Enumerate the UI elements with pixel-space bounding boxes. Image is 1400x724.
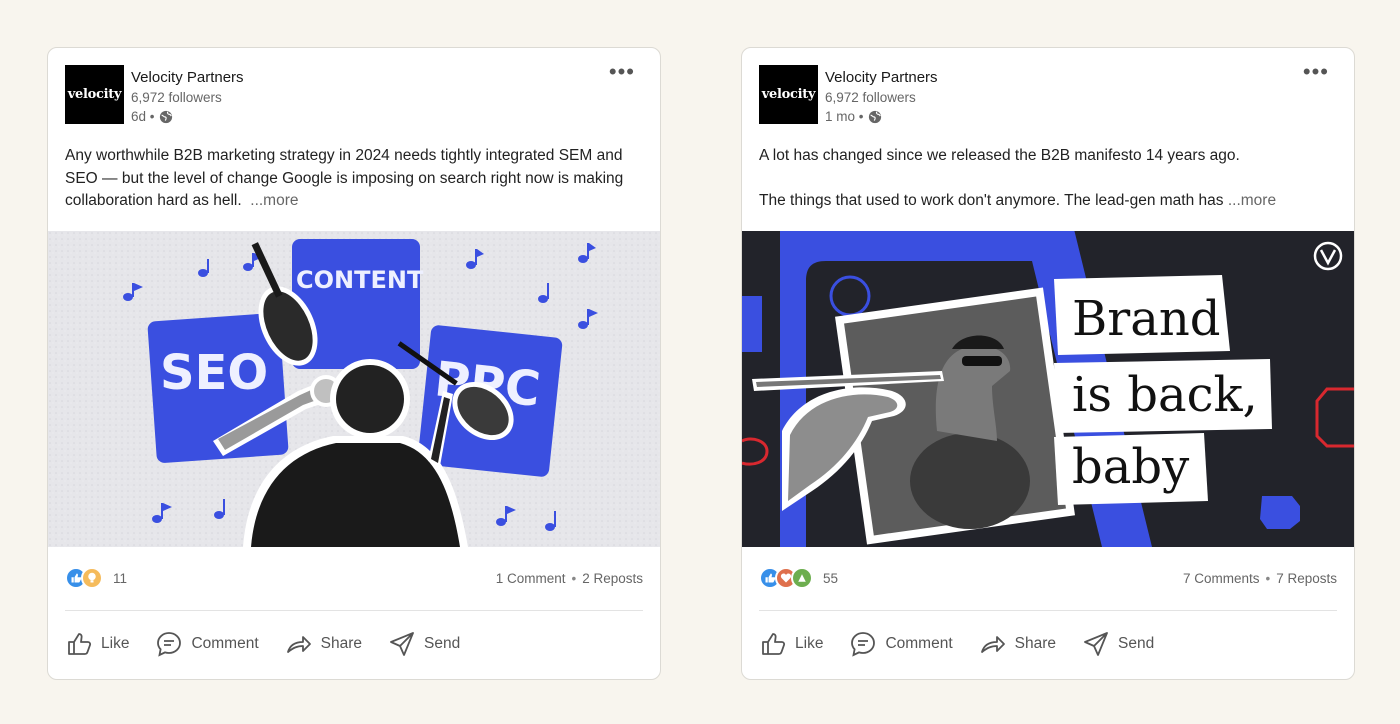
post-body: A lot has changed since we released the … bbox=[759, 145, 1337, 213]
post-image[interactable]: Brand is back, baby bbox=[742, 231, 1354, 547]
paper-plane-icon bbox=[390, 632, 414, 656]
separator-dot: • bbox=[1265, 570, 1271, 586]
social-counts: 55 7 Comments • 7 Reposts bbox=[759, 566, 1337, 590]
post-text: Any worthwhile B2B marketing strategy in… bbox=[65, 147, 624, 209]
follower-count: 6,972 followers bbox=[131, 90, 222, 105]
follower-count: 6,972 followers bbox=[825, 90, 916, 105]
more-options-icon[interactable]: ••• bbox=[1303, 61, 1329, 83]
send-label: Send bbox=[424, 635, 461, 652]
like-button[interactable]: Like bbox=[759, 630, 823, 658]
action-bar: Like Comment Share Send bbox=[65, 630, 460, 658]
globe-icon bbox=[868, 110, 881, 123]
post-meta: Velocity Partners 6,972 followers 6d • bbox=[131, 68, 244, 126]
like-label: Like bbox=[795, 635, 824, 652]
divider bbox=[759, 610, 1337, 611]
reaction-icons[interactable] bbox=[65, 567, 103, 589]
post-text: The things that used to work don't anymo… bbox=[759, 192, 1224, 209]
reaction-icons[interactable] bbox=[759, 567, 813, 589]
engagement-counts: 1 Comment • 2 Reposts bbox=[496, 571, 643, 586]
thumbs-up-icon bbox=[762, 633, 786, 655]
post-card: velocity Velocity Partners 6,972 followe… bbox=[741, 47, 1355, 680]
engagement-counts: 7 Comments • 7 Reposts bbox=[1183, 571, 1337, 586]
orchestra-illustration: SEO CONTENT PPC bbox=[48, 231, 660, 547]
post-meta: Velocity Partners 6,972 followers 1 mo • bbox=[825, 68, 938, 126]
share-arrow-icon bbox=[286, 636, 311, 653]
headline-line: Brand bbox=[1072, 291, 1220, 347]
headline-line: is back, bbox=[1072, 367, 1258, 423]
share-label: Share bbox=[1014, 635, 1056, 652]
headline-line: baby bbox=[1072, 439, 1189, 495]
send-button[interactable]: Send bbox=[1082, 630, 1154, 658]
more-options-icon[interactable]: ••• bbox=[609, 61, 635, 83]
post-image[interactable]: SEO CONTENT PPC bbox=[48, 231, 660, 547]
comment-label: Comment bbox=[191, 635, 259, 652]
insightful-reaction-icon bbox=[81, 567, 103, 589]
comment-count[interactable]: 1 Comment bbox=[496, 571, 566, 586]
divider bbox=[65, 610, 643, 611]
paper-plane-icon bbox=[1084, 632, 1108, 656]
send-button[interactable]: Send bbox=[388, 630, 460, 658]
social-counts: 11 1 Comment • 2 Reposts bbox=[65, 566, 643, 590]
tile-label-seo: SEO bbox=[160, 345, 268, 401]
share-button[interactable]: Share bbox=[979, 630, 1056, 658]
post-age: 6d • bbox=[131, 109, 155, 124]
reaction-count[interactable]: 55 bbox=[823, 571, 838, 586]
post-age: 1 mo • bbox=[825, 109, 864, 124]
post-text: A lot has changed since we released the … bbox=[759, 147, 1240, 164]
comment-button[interactable]: Comment bbox=[849, 630, 953, 658]
company-logo[interactable]: velocity bbox=[65, 65, 124, 124]
post-header: velocity Velocity Partners 6,972 followe… bbox=[759, 61, 1337, 126]
share-label: Share bbox=[320, 635, 362, 652]
action-bar: Like Comment Share Send bbox=[759, 630, 1154, 658]
comment-count[interactable]: 7 Comments bbox=[1183, 571, 1260, 586]
post-card: velocity Velocity Partners 6,972 followe… bbox=[47, 47, 661, 680]
repost-count[interactable]: 2 Reposts bbox=[582, 571, 643, 586]
like-button[interactable]: Like bbox=[65, 630, 129, 658]
separator-dot: • bbox=[571, 570, 577, 586]
repost-count[interactable]: 7 Reposts bbox=[1276, 571, 1337, 586]
comment-icon bbox=[851, 632, 876, 657]
see-more-link[interactable]: ...more bbox=[1228, 192, 1276, 209]
brand-illustration: Brand is back, baby bbox=[742, 231, 1354, 547]
thumbs-up-icon bbox=[68, 633, 92, 655]
post-header: velocity Velocity Partners 6,972 followe… bbox=[65, 61, 643, 126]
post-body: Any worthwhile B2B marketing strategy in… bbox=[65, 145, 643, 213]
post-age-row: 1 mo • bbox=[825, 107, 938, 126]
company-name[interactable]: Velocity Partners bbox=[825, 68, 938, 88]
comment-icon bbox=[157, 632, 182, 657]
comment-button[interactable]: Comment bbox=[155, 630, 259, 658]
celebrate-reaction-icon bbox=[791, 567, 813, 589]
reaction-count[interactable]: 11 bbox=[113, 571, 127, 586]
share-arrow-icon bbox=[980, 636, 1005, 653]
like-label: Like bbox=[101, 635, 130, 652]
company-name[interactable]: Velocity Partners bbox=[131, 68, 244, 88]
see-more-link[interactable]: ...more bbox=[250, 192, 298, 209]
globe-icon bbox=[159, 110, 172, 123]
send-label: Send bbox=[1118, 635, 1155, 652]
share-button[interactable]: Share bbox=[285, 630, 362, 658]
tile-label-content: CONTENT bbox=[296, 266, 424, 294]
post-age-row: 6d • bbox=[131, 107, 244, 126]
company-logo[interactable]: velocity bbox=[759, 65, 818, 124]
comment-label: Comment bbox=[885, 635, 953, 652]
